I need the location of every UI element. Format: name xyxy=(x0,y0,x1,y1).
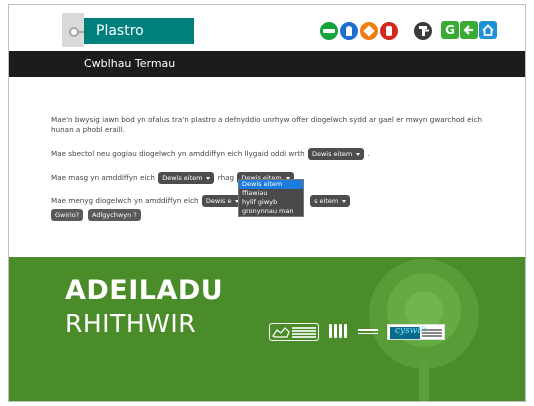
lottery-logo xyxy=(329,323,351,341)
home-icon xyxy=(482,24,494,36)
blank-select-3b[interactable]: s eitem xyxy=(310,195,351,207)
app-frame: Plastro G Cwblhau Termau Mae'n bwysig ia… xyxy=(8,4,526,402)
dropdown-option[interactable]: ffiawiau xyxy=(239,189,303,198)
title-bar: Cwblhau Termau xyxy=(9,51,525,77)
intro-text: Mae'n bwysig iawn bod yn ofalus tra'n pl… xyxy=(51,115,483,134)
mandatory-green-icon[interactable] xyxy=(320,22,338,40)
tree-trunk xyxy=(419,359,429,401)
logo-pin-icon xyxy=(69,27,79,37)
blank-select-2a[interactable]: Dewis eitem xyxy=(158,172,215,184)
back-arrow-icon xyxy=(463,25,473,35)
dropdown-menu: Dewis eitem ffiawiau hylif giwyb gronynn… xyxy=(238,179,304,217)
check-button[interactable]: Gwirio? xyxy=(51,209,84,221)
glossary-button[interactable]: G xyxy=(441,21,459,39)
page-title: Cwblhau Termau xyxy=(84,57,176,70)
home-button[interactable] xyxy=(479,21,497,39)
dropdown-option[interactable]: Dewis eitem xyxy=(239,180,303,189)
reset-button[interactable]: Adlgychwyn ? xyxy=(88,209,141,221)
sentence-3: Mae menyg diogelwch yn amddiffyn eich De… xyxy=(51,194,351,208)
footer: ADEILADU RHITHWIR cyswllt xyxy=(9,257,525,401)
cadw-logo: cyswllt xyxy=(387,324,445,340)
exercise-area: Mae'n bwysig iawn bod yn ofalus tra'n pl… xyxy=(9,77,525,257)
mandatory-blue-icon[interactable] xyxy=(340,22,358,40)
sentence-text: rhag xyxy=(217,173,235,182)
brand-logo: Plastro xyxy=(84,18,194,44)
lottery-logo-text xyxy=(358,329,380,337)
dropdown-option[interactable]: hylif giwyb xyxy=(239,198,303,207)
t-icon[interactable] xyxy=(414,22,432,40)
sentence-text: Mae masg yn amddiffyn eich xyxy=(51,173,155,182)
footer-title-line1: ADEILADU xyxy=(65,275,224,306)
dropdown-option[interactable]: gronynnau man xyxy=(239,207,303,216)
prohibition-red-icon[interactable] xyxy=(380,22,398,40)
back-button[interactable] xyxy=(460,21,478,39)
sentence-text: . xyxy=(367,149,370,158)
blank-select-1[interactable]: Dewis eitem xyxy=(307,148,365,160)
sentence-text: Mae sbectol neu gogiau diogelwch yn amdd… xyxy=(51,149,305,158)
header: Plastro G xyxy=(9,5,525,51)
sentence-1: Mae sbectol neu gogiau diogelwch yn amdd… xyxy=(51,147,370,161)
cadw-logo-text: cyswllt xyxy=(395,326,427,336)
warning-orange-icon[interactable] xyxy=(360,22,378,40)
footer-title-line2: RHITHWIR xyxy=(65,309,197,338)
sentence-text: Mae menyg diogelwch yn amddiffyn eich xyxy=(51,196,199,205)
welsh-government-logo xyxy=(269,323,319,341)
